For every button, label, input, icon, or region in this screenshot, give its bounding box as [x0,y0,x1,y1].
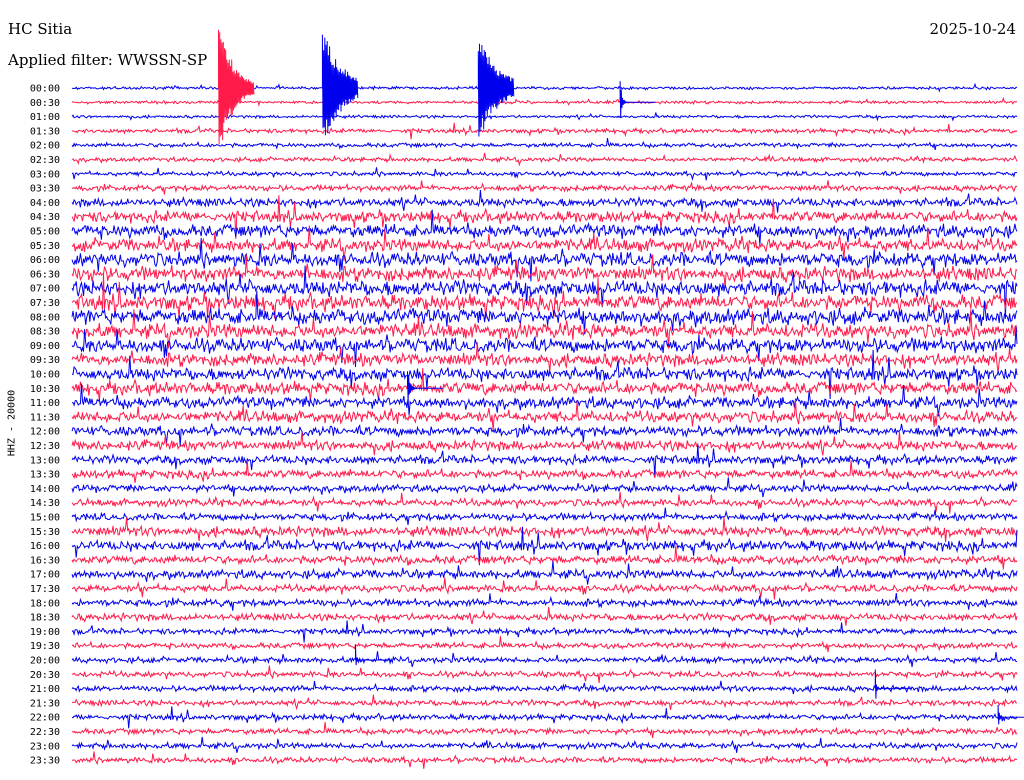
time-label: 03:00 [30,169,60,180]
time-label: 10:30 [30,384,60,395]
time-label: 22:00 [30,713,60,724]
time-label: 14:00 [30,484,60,495]
time-label: 01:00 [30,112,60,123]
time-label: 14:30 [30,498,60,509]
time-label: 01:30 [30,126,60,137]
time-label: 06:30 [30,269,60,280]
time-label: 00:30 [30,98,60,109]
trace-row [71,606,1018,626]
trace-row [71,290,1018,335]
trace-row [71,342,1018,373]
time-label: 23:00 [30,741,60,752]
time-label: 13:00 [30,455,60,466]
time-label: 16:00 [30,541,60,552]
time-label: 05:00 [30,227,60,238]
time-label: 09:30 [30,355,60,366]
trace-row [71,326,1018,368]
time-label: 18:00 [30,598,60,609]
time-label: 18:30 [30,613,60,624]
time-label: 20:00 [30,656,60,667]
trace-row [71,516,1018,543]
time-label: 11:30 [30,412,60,423]
trace-row [71,491,1018,514]
time-label: 07:30 [30,298,60,309]
time-label: 19:30 [30,641,60,652]
time-label: 15:30 [30,527,60,538]
time-label: 07:00 [30,284,60,295]
event-burst [477,43,515,137]
time-label: 12:00 [30,427,60,438]
time-label: 02:30 [30,155,60,166]
time-label: 08:30 [30,327,60,338]
time-label: 21:30 [30,698,60,709]
trace-row [71,694,1017,711]
seismogram-plot: 00:00 00:30 01:00 01:30 02:00 02:30 03:00 03:30… [30,29,1024,769]
time-label: 16:30 [30,555,60,566]
trace-row [71,167,1018,182]
time-label: 11:00 [30,398,60,409]
time-label: 20:30 [30,670,60,681]
time-label: 04:00 [30,198,60,209]
time-label: 06:00 [30,255,60,266]
time-label: 17:30 [30,584,60,595]
trace-row [71,82,1018,94]
trace-row [71,477,1018,498]
time-label: 21:00 [30,684,60,695]
time-label: 05:30 [30,241,60,252]
event-burst [321,34,359,136]
trace-row [71,620,1018,643]
time-label: 15:00 [30,513,60,524]
event-burst [217,29,255,145]
trace-row [71,180,1018,195]
time-label: 19:00 [30,627,60,638]
trace-row [71,636,1018,653]
time-label: 13:30 [30,470,60,481]
event-burst [619,81,656,119]
trace-row [71,721,1018,738]
time-label: 23:30 [30,756,60,767]
time-label: 09:00 [30,341,60,352]
trace-row [71,122,1018,140]
time-label: 22:30 [30,727,60,738]
time-label: 03:30 [30,184,60,195]
event-burst [406,371,443,403]
time-label: 02:00 [30,141,60,152]
trace-row [71,507,1018,525]
trace-row [71,138,1018,151]
trace-row [71,152,1018,167]
trace-row [71,593,1018,611]
time-label: 12:30 [30,441,60,452]
trace-row [71,459,1018,483]
trace-row [71,96,1018,107]
trace-row [71,751,1018,769]
time-label: 17:00 [30,570,60,581]
trace-row [71,736,1018,753]
time-label: 00:00 [30,84,60,95]
event-burst [997,704,1024,725]
time-label: 04:30 [30,212,60,223]
trace-row [71,560,1018,585]
time-label: 10:00 [30,370,60,381]
trace-row [71,112,1018,122]
trace-row [71,706,1018,729]
trace-row [71,651,1018,668]
time-label: 08:00 [30,312,60,323]
trace-row [71,190,1018,213]
trace-row [71,577,1018,600]
